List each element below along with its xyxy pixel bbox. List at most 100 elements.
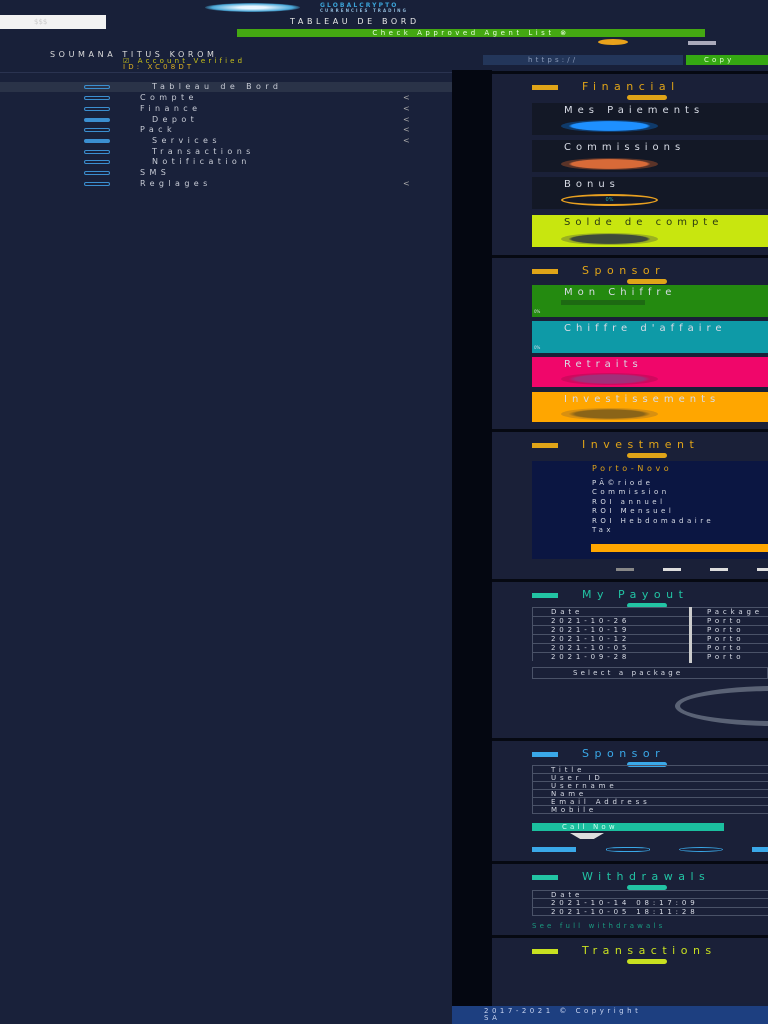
- top-header: $$$ GLOBALCRYPTO CURRENCIES TRADING TABLE…: [0, 0, 768, 72]
- card-title: My Payout: [532, 588, 688, 601]
- wallet-icon: [532, 84, 558, 90]
- label: Services: [152, 136, 221, 145]
- title-underline: [627, 959, 667, 964]
- label: Reglages: [140, 179, 212, 188]
- menu-toggle-icon[interactable]: [688, 41, 716, 45]
- whatsapp-icon[interactable]: [679, 847, 723, 852]
- stat-commissions: Commissions: [532, 140, 768, 172]
- sidebar-item-services[interactable]: Services <: [0, 136, 452, 146]
- sidebar: Tableau de Bord Compte < Finance < Depot < …: [0, 72, 452, 1024]
- table-row: 2021-10-19 Porto: [532, 625, 768, 634]
- sidebar-item-reglages[interactable]: Reglages <: [0, 179, 452, 189]
- carousel-dot[interactable]: [616, 568, 634, 571]
- label: Depot: [152, 115, 199, 124]
- card-title: Sponsor: [532, 747, 665, 760]
- label: Pack: [140, 125, 176, 134]
- stat-retraits: Retraits: [532, 357, 768, 387]
- stat-mon-chiffre: Mon Chiffre 0%: [532, 285, 768, 317]
- stat-solde: Solde de compte: [532, 215, 768, 247]
- search-input[interactable]: $$$: [0, 15, 106, 29]
- stat-pill: [561, 158, 658, 170]
- chevron-icon: <: [403, 93, 410, 102]
- sidebar-item-finance[interactable]: Finance <: [0, 104, 452, 114]
- bell-icon: [84, 160, 110, 164]
- stat-pill: [561, 233, 658, 245]
- avatar: [570, 833, 604, 839]
- column-divider: [689, 607, 692, 663]
- table-row: 2021-10-05 Porto: [532, 643, 768, 652]
- carousel-dot[interactable]: [663, 568, 681, 571]
- facebook-icon[interactable]: [532, 847, 576, 852]
- label: SMS: [140, 168, 171, 177]
- sidebar-item-notification[interactable]: Notification: [0, 157, 452, 167]
- withdrawals-card: Withdrawals Date 2021-10-14 08:17:09 202…: [492, 861, 768, 935]
- pack-icon: [84, 128, 110, 132]
- deposit-icon: [84, 118, 110, 122]
- chevron-icon: <: [403, 115, 410, 124]
- card-title: Sponsor: [532, 264, 665, 277]
- investment-plan[interactable]: Porto-Novo PÃ©riode Commission ROI annuel R…: [532, 461, 768, 559]
- user-icon: [84, 96, 110, 100]
- field-row: Username: [532, 781, 768, 790]
- copy-button[interactable]: Copy: [686, 55, 768, 65]
- settings-icon: [84, 182, 110, 186]
- field-row: User ID: [532, 773, 768, 782]
- chart-icon: [532, 442, 558, 448]
- field-row: Email Address: [532, 797, 768, 806]
- twitter-icon[interactable]: [752, 847, 768, 852]
- logo-icon: [205, 3, 300, 12]
- sidebar-item-sms[interactable]: SMS: [0, 168, 452, 178]
- sidebar-item-transactions[interactable]: Transactions: [0, 147, 452, 157]
- withdraw-icon: [532, 874, 558, 880]
- stat-pill: [561, 120, 658, 132]
- dashboard-icon: [84, 85, 110, 89]
- carousel-dot[interactable]: [710, 568, 728, 571]
- title-underline: [627, 95, 667, 100]
- payout-card: My Payout Date Package 2021-10-26 Porto 20…: [492, 579, 768, 738]
- stat-pill: 0%: [561, 194, 658, 206]
- table-row: 2021-10-12 Porto: [532, 634, 768, 643]
- check-agent-list-button[interactable]: Check Approved Agent List ⊗: [237, 29, 705, 37]
- instagram-icon[interactable]: [606, 847, 650, 852]
- label: Compte: [140, 93, 198, 102]
- title-underline: [627, 453, 667, 458]
- gutter: [452, 70, 492, 1006]
- see-full-withdrawals-link[interactable]: See full withdrawals: [532, 922, 665, 930]
- money-icon: [84, 107, 110, 111]
- call-now-button[interactable]: Call Now: [532, 823, 724, 831]
- sidebar-item-dashboard[interactable]: Tableau de Bord: [0, 82, 452, 92]
- sidebar-item-compte[interactable]: Compte <: [0, 93, 452, 103]
- package-select[interactable]: Select a package: [532, 667, 768, 679]
- notification-bell-icon[interactable]: [598, 39, 628, 45]
- transactions-card: Transactions: [492, 935, 768, 1003]
- referral-link-input[interactable]: https://: [483, 55, 683, 65]
- transactions-icon: [84, 150, 110, 154]
- table-header: Date Package: [532, 607, 768, 616]
- card-title: Withdrawals: [532, 870, 710, 883]
- table-row: 2021-10-05 18:11:28: [532, 907, 768, 916]
- invest-button[interactable]: [591, 544, 768, 552]
- transactions-icon: [532, 948, 558, 954]
- sponsor-icon: [532, 751, 558, 757]
- footer: 2017-2021 © Copyright SA: [452, 1006, 768, 1024]
- chevron-icon: <: [403, 125, 410, 134]
- payout-icon: [532, 592, 558, 598]
- table-row: 2021-10-14 08:17:09: [532, 898, 768, 907]
- label: Finance: [140, 104, 202, 113]
- chevron-icon: <: [403, 104, 410, 113]
- table-row: 2021-09-28 Porto: [532, 652, 768, 661]
- sidebar-item-depot[interactable]: Depot <: [0, 115, 452, 125]
- investment-card: Investment Porto-Novo PÃ©riode Commission…: [492, 429, 768, 579]
- gauge-chart: [675, 686, 768, 726]
- label: Tableau de Bord: [152, 82, 283, 91]
- financial-card: Financial Mes Paiements Commissions Bonu…: [492, 71, 768, 255]
- label: Transactions: [152, 147, 255, 156]
- carousel-dot[interactable]: [757, 568, 768, 571]
- stat-mes-paiements: Mes Paiements: [532, 103, 768, 135]
- sidebar-item-pack[interactable]: Pack <: [0, 125, 452, 135]
- field-row: Name: [532, 789, 768, 798]
- brand-logo: GLOBALCRYPTO CURRENCIES TRADING: [320, 2, 408, 14]
- label: Notification: [152, 157, 251, 166]
- stat-investissements: Investissements: [532, 392, 768, 422]
- user-id: ID: XC08DT: [123, 63, 195, 71]
